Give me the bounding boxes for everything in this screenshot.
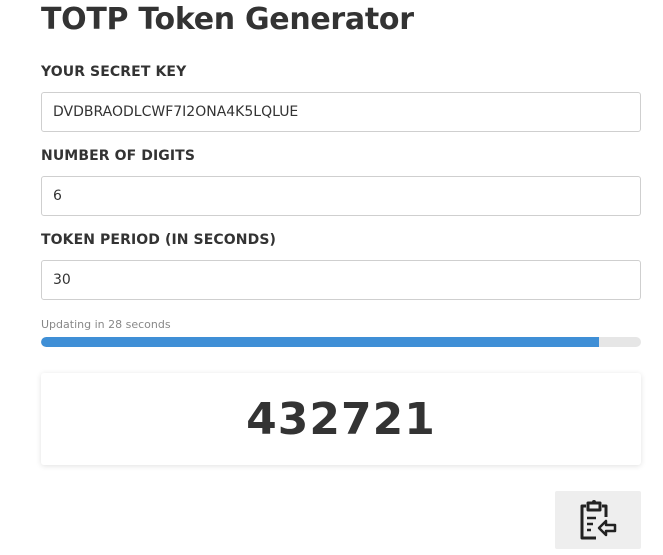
secret-key-input[interactable] — [41, 92, 641, 132]
digits-label: NUMBER OF DIGITS — [41, 148, 196, 164]
period-label: TOKEN PERIOD (IN SECONDS) — [41, 232, 277, 248]
period-input[interactable] — [41, 260, 641, 300]
secret-key-label: YOUR SECRET KEY — [41, 64, 187, 80]
token-card: 432721 — [41, 373, 641, 465]
digits-input[interactable] — [41, 176, 641, 216]
clipboard-copy-icon — [580, 500, 617, 540]
token-value: 432721 — [246, 393, 436, 445]
progress-text: Updating in 28 seconds — [41, 318, 171, 331]
progress-bar-fill — [41, 337, 599, 347]
progress-bar — [41, 337, 641, 347]
page-title: TOTP Token Generator — [41, 2, 414, 37]
copy-token-button[interactable] — [555, 491, 641, 549]
